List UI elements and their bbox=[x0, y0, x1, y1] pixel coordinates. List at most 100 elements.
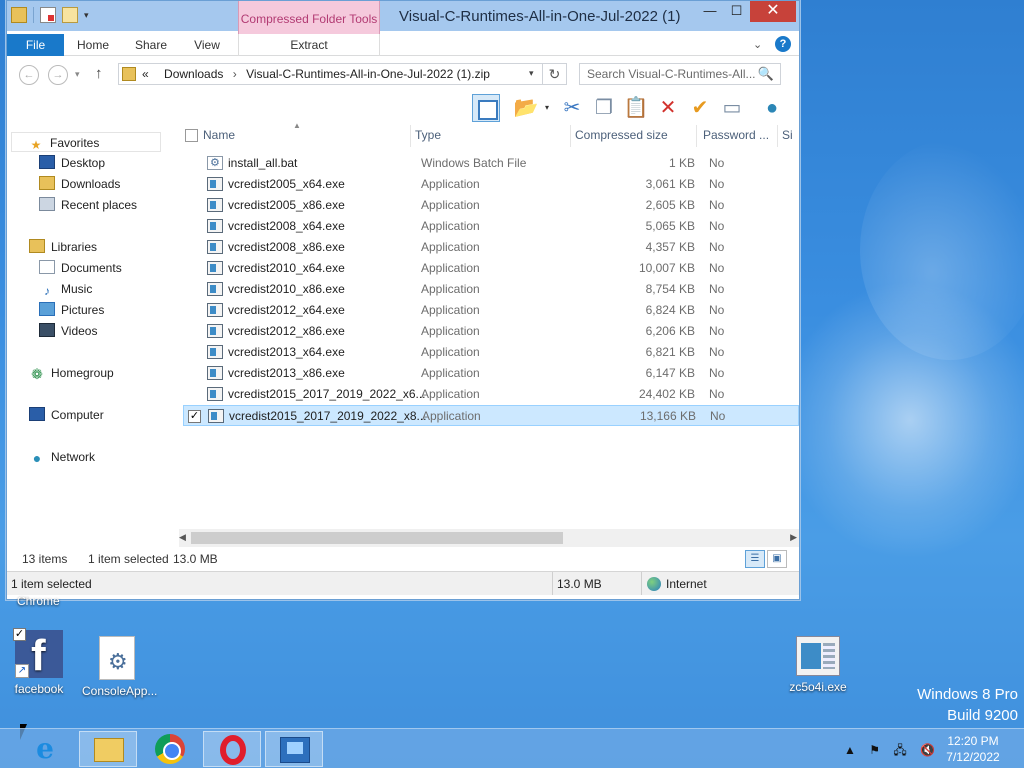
taskbar-internet-explorer[interactable]: e bbox=[16, 731, 74, 767]
select-all-checkbox[interactable] bbox=[185, 129, 198, 142]
refresh-button[interactable]: ↻ bbox=[543, 63, 567, 85]
table-row[interactable]: vcredist2008_x86.exe Application 4,357 KB N… bbox=[183, 237, 799, 258]
title-bar[interactable]: ▾ Compressed Folder Tools Visual-C-Runti… bbox=[7, 1, 799, 34]
scroll-right-icon[interactable]: ▶ bbox=[790, 532, 797, 543]
table-row[interactable]: vcredist2005_x86.exe Application 2,605 KB N… bbox=[183, 195, 799, 216]
help-icon[interactable]: ? bbox=[775, 36, 791, 52]
nav-recent-places[interactable]: Recent places bbox=[39, 195, 137, 215]
folder-options-icon[interactable]: 📂 bbox=[512, 94, 540, 122]
breadcrumb-downloads[interactable]: Downloads bbox=[164, 67, 223, 81]
desktop-icon-consoleapp[interactable]: ConsoleApp... bbox=[82, 636, 157, 698]
back-button[interactable]: ← bbox=[19, 65, 39, 85]
navigation-pane: ★ Favorites Desktop Downloads Recent plac… bbox=[7, 125, 165, 543]
properties-icon[interactable] bbox=[40, 7, 56, 23]
tab-extract[interactable]: Extract bbox=[238, 34, 380, 56]
details-view-icon[interactable]: ☰ bbox=[745, 550, 765, 568]
tab-file[interactable]: File bbox=[7, 34, 64, 56]
copy-icon[interactable]: ❐ bbox=[590, 94, 618, 122]
scroll-left-icon[interactable]: ◀ bbox=[179, 532, 186, 543]
breadcrumb-overflow[interactable]: « bbox=[142, 67, 149, 81]
up-button[interactable]: ↑ bbox=[95, 65, 103, 82]
selection-checkbox[interactable]: ✓ bbox=[13, 628, 26, 641]
folder-options-dropdown-icon[interactable]: ▾ bbox=[545, 103, 549, 112]
column-compressed-size[interactable]: Compressed size bbox=[575, 128, 668, 142]
column-divider[interactable] bbox=[410, 125, 411, 147]
recent-locations-icon[interactable]: ▾ bbox=[75, 69, 80, 80]
table-row[interactable]: vcredist2012_x64.exe Application 6,824 KB N… bbox=[183, 300, 799, 321]
search-input[interactable] bbox=[580, 64, 756, 84]
volume-muted-icon[interactable]: 🔇 bbox=[920, 743, 935, 757]
recent-places-icon bbox=[39, 197, 55, 211]
breadcrumb-zip[interactable]: Visual-C-Runtimes-All-in-One-Jul-2022 (1… bbox=[246, 67, 490, 81]
new-folder-icon[interactable] bbox=[62, 7, 78, 23]
desktop-icon-facebook[interactable]: f ✓ ↗ facebook bbox=[4, 628, 74, 696]
tab-home[interactable]: Home bbox=[68, 34, 118, 56]
column-divider[interactable] bbox=[777, 125, 778, 147]
tab-share[interactable]: Share bbox=[127, 34, 175, 56]
nav-network[interactable]: ● Network bbox=[29, 447, 95, 467]
table-row[interactable]: vcredist2005_x64.exe Application 3,061 KB N… bbox=[183, 174, 799, 195]
nav-desktop[interactable]: Desktop bbox=[39, 153, 105, 173]
table-row[interactable]: vcredist2012_x86.exe Application 6,206 KB N… bbox=[183, 321, 799, 342]
breadcrumb-separator[interactable]: › bbox=[233, 67, 237, 81]
search-icon[interactable]: 🔍 bbox=[758, 66, 774, 82]
nav-music[interactable]: ♪ Music bbox=[39, 279, 92, 299]
taskbar-chrome[interactable] bbox=[141, 731, 199, 767]
table-row[interactable]: ✓ vcredist2015_2017_2019_2022_x8... Applic… bbox=[183, 405, 799, 426]
paste-icon[interactable]: 📋 bbox=[622, 94, 650, 122]
table-row[interactable]: vcredist2015_2017_2019_2022_x6... Applica… bbox=[183, 384, 799, 405]
table-row[interactable]: vcredist2010_x64.exe Application 10,007 KB… bbox=[183, 258, 799, 279]
address-bar[interactable]: « Downloads › Visual-C-Runtimes-All-in-O… bbox=[118, 63, 543, 85]
row-checkbox[interactable]: ✓ bbox=[188, 410, 201, 423]
table-row[interactable]: install_all.bat Windows Batch File 1 KB No bbox=[183, 153, 799, 174]
select-icon[interactable]: ✔ bbox=[686, 94, 714, 122]
table-row[interactable]: vcredist2008_x64.exe Application 5,065 KB N… bbox=[183, 216, 799, 237]
close-button[interactable]: ✕ bbox=[750, 1, 796, 22]
rename-icon[interactable]: ▭ bbox=[718, 94, 746, 122]
column-size[interactable]: Si bbox=[782, 128, 793, 142]
table-row[interactable]: vcredist2013_x86.exe Application 6,147 KB N… bbox=[183, 363, 799, 384]
show-hidden-icons-icon[interactable]: ▲ bbox=[844, 743, 856, 757]
taskbar-network-app[interactable] bbox=[265, 731, 323, 767]
taskbar-file-explorer[interactable] bbox=[79, 731, 137, 767]
horizontal-scrollbar[interactable]: ◀ ▶ bbox=[179, 529, 799, 547]
compressed-folder-tools-tab[interactable]: Compressed Folder Tools bbox=[238, 1, 380, 34]
network-status-icon[interactable]: 🖧 bbox=[893, 743, 906, 757]
address-dropdown-icon[interactable]: ▾ bbox=[529, 68, 534, 79]
windows-build-watermark: Windows 8 Pro Build 9200 bbox=[917, 686, 1018, 724]
column-type[interactable]: Type bbox=[415, 128, 441, 142]
preview-pane-icon[interactable] bbox=[472, 94, 500, 122]
ribbon-expand-icon[interactable]: ⌄ bbox=[753, 38, 762, 51]
delete-icon[interactable]: ✕ bbox=[654, 94, 682, 122]
nav-computer[interactable]: Computer bbox=[29, 405, 104, 425]
nav-videos[interactable]: Videos bbox=[39, 321, 97, 341]
file-compressed-size: 13,166 KB bbox=[639, 409, 696, 423]
globe-icon[interactable]: ● bbox=[758, 94, 786, 122]
column-password[interactable]: Password ... bbox=[703, 128, 769, 142]
taskbar-opera[interactable] bbox=[203, 731, 261, 767]
forward-button[interactable]: → bbox=[48, 65, 68, 85]
nav-homegroup[interactable]: ❁ Homegroup bbox=[29, 363, 114, 383]
large-icons-view-icon[interactable]: ▣ bbox=[767, 550, 787, 568]
minimize-button[interactable]: — bbox=[697, 1, 723, 22]
column-divider[interactable] bbox=[696, 125, 697, 147]
tab-view[interactable]: View bbox=[185, 34, 229, 56]
nav-libraries[interactable]: Libraries bbox=[29, 237, 97, 257]
scrollbar-thumb[interactable] bbox=[191, 532, 563, 544]
nav-documents[interactable]: Documents bbox=[39, 258, 122, 278]
folder-icon[interactable] bbox=[11, 7, 27, 23]
nav-downloads[interactable]: Downloads bbox=[39, 174, 120, 194]
action-center-flag-icon[interactable]: ⚑ bbox=[869, 743, 880, 757]
desktop-chrome-label[interactable]: Chrome bbox=[17, 594, 60, 608]
column-name[interactable]: Name bbox=[203, 128, 235, 142]
desktop-icon-zc5o4i[interactable]: zc5o4i.exe bbox=[783, 636, 853, 694]
cut-icon[interactable]: ✂ bbox=[558, 94, 586, 122]
table-row[interactable]: vcredist2010_x86.exe Application 8,754 KB N… bbox=[183, 279, 799, 300]
qat-dropdown-icon[interactable]: ▾ bbox=[84, 10, 94, 21]
table-row[interactable]: vcredist2013_x64.exe Application 6,821 KB N… bbox=[183, 342, 799, 363]
nav-pictures[interactable]: Pictures bbox=[39, 300, 104, 320]
maximize-button[interactable]: ☐ bbox=[723, 1, 750, 22]
column-divider[interactable] bbox=[570, 125, 571, 147]
nav-favorites[interactable]: ★ Favorites bbox=[11, 132, 161, 152]
taskbar-clock[interactable]: 12:20 PM 7/12/2022 bbox=[938, 733, 1008, 765]
